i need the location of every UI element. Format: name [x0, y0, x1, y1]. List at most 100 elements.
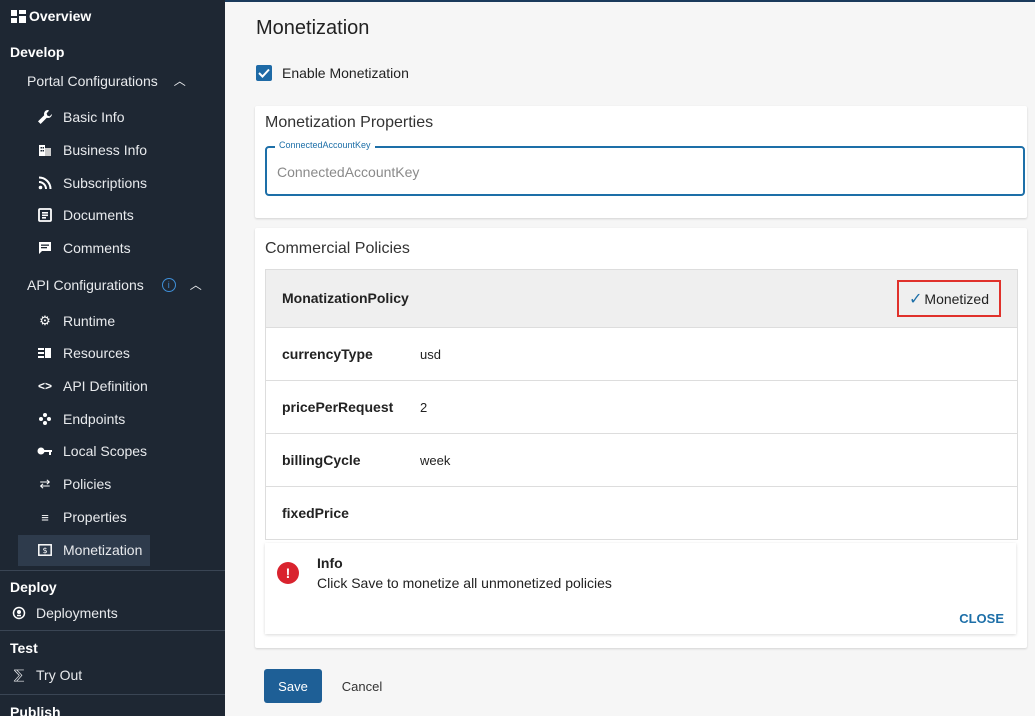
sidebar-item-endpoints[interactable]: Endpoints [36, 409, 125, 429]
chevron-up-icon: ︿ [189, 278, 202, 292]
deploy-icon [10, 604, 28, 622]
sidebar-item-label: Overview [29, 8, 92, 24]
sidebar-item-subscriptions[interactable]: Subscriptions [36, 173, 147, 193]
money-icon: $ [36, 541, 54, 559]
sidebar-item-deployments[interactable]: Deployments [10, 603, 118, 623]
row-key: pricePerRequest [282, 399, 394, 415]
document-icon [36, 206, 54, 224]
sidebar-item-label: Comments [63, 240, 131, 256]
chevron-up-icon: ︿ [173, 74, 186, 88]
table-row: billingCycle week [266, 434, 1017, 487]
alert-message: Click Save to monetize all unmonetized p… [317, 575, 612, 591]
sidebar-item-label: Monetization [63, 542, 143, 558]
sidebar-item-label: Properties [63, 509, 127, 525]
sidebar-item-local-scopes[interactable]: Local Scopes [36, 441, 147, 461]
card-title: Commercial Policies [265, 240, 410, 257]
table-row: currencyType usd [266, 328, 1017, 381]
sidebar-item-documents[interactable]: Documents [36, 205, 134, 225]
divider [0, 570, 225, 571]
section-develop: Develop [10, 44, 65, 60]
checkmark-icon [258, 68, 270, 78]
enable-monetization-label: Enable Monetization [282, 65, 409, 81]
connected-account-key-field[interactable]: ConnectedAccountKey ConnectedAccountKey [265, 140, 1025, 196]
row-key: fixedPrice [282, 505, 349, 521]
group-label: Portal Configurations [27, 72, 158, 89]
sidebar-item-business-info[interactable]: Business Info [36, 140, 147, 160]
key-icon [36, 442, 54, 460]
sidebar-item-label: Basic Info [63, 109, 125, 125]
save-button[interactable]: Save [264, 669, 322, 703]
sidebar-item-label: Documents [63, 207, 134, 223]
sidebar-item-label: Subscriptions [63, 175, 148, 191]
monetization-properties-card: Monetization Properties ConnectedAccount… [255, 106, 1027, 218]
sidebar-item-label: API Definition [63, 378, 148, 394]
close-button[interactable]: CLOSE [959, 611, 1004, 626]
sidebar-item-label: Endpoints [63, 411, 126, 427]
section-deploy: Deploy [10, 579, 57, 595]
page-title: Monetization [256, 17, 370, 39]
sidebar-item-label: Policies [63, 476, 112, 492]
sidebar-item-label: Resources [63, 345, 130, 361]
sidebar-item-label: Try Out [36, 667, 83, 683]
commercial-policies-card: Commercial Policies MonatizationPolicy ✓… [255, 228, 1027, 648]
section-test: Test [10, 640, 38, 656]
info-icon[interactable]: i [161, 277, 176, 292]
divider [0, 630, 225, 631]
sidebar-item-label: Deployments [36, 605, 118, 621]
overview-icon [10, 8, 27, 25]
check-icon: ✓ [909, 290, 923, 308]
sidebar-item-label: Runtime [63, 313, 116, 329]
sidebar-item-label: Business Info [63, 142, 148, 158]
group-label: API Configurations [27, 276, 144, 293]
list-icon: ≡ [41, 509, 49, 525]
sidebar-item-overview[interactable]: Overview [10, 6, 91, 26]
policy-table: MonatizationPolicy ✓ Monetized currencyT… [265, 269, 1018, 540]
sidebar-item-basic-info[interactable]: Basic Info [36, 107, 124, 127]
policy-name: MonatizationPolicy [282, 290, 409, 306]
sidebar-item-runtime[interactable]: ⚙ Runtime [36, 311, 115, 331]
row-value: usd [420, 347, 441, 362]
alert-icon: ! [277, 562, 299, 584]
connected-account-key-input[interactable]: ConnectedAccountKey [277, 164, 419, 180]
endpoints-icon [36, 410, 54, 428]
terminal-icon: ⅀ [13, 667, 25, 682]
row-value: week [420, 453, 451, 468]
enable-monetization-checkbox[interactable] [256, 65, 272, 81]
enable-monetization-row[interactable]: Enable Monetization [256, 65, 409, 81]
info-alert: ! Info Click Save to monetize all unmone… [265, 543, 1016, 634]
cancel-button[interactable]: Cancel [333, 669, 391, 703]
group-api-configurations[interactable]: API Configurations i ︿ [27, 276, 202, 293]
row-value: 2 [420, 400, 428, 415]
code-icon: <> [37, 379, 52, 393]
table-row: fixedPrice [266, 487, 1017, 539]
policy-header: MonatizationPolicy ✓ Monetized [266, 270, 1017, 328]
divider [0, 694, 225, 695]
section-publish: Publish [10, 704, 61, 716]
resources-icon [36, 344, 54, 362]
svg-text:$: $ [42, 546, 47, 555]
row-key: billingCycle [282, 452, 361, 468]
rss-icon [36, 174, 54, 192]
alert-title: Info [317, 555, 343, 571]
swap-icon: ⇄ [39, 476, 51, 491]
main-content: Monetization Enable Monetization Monetiz… [225, 0, 1035, 716]
gear-icon: ⚙ [39, 313, 51, 328]
field-legend: ConnectedAccountKey [275, 140, 375, 150]
sidebar-item-comments[interactable]: Comments [36, 238, 131, 258]
table-row: pricePerRequest 2 [266, 381, 1017, 434]
row-key: currencyType [282, 346, 373, 362]
business-icon [36, 141, 54, 159]
status-label: Monetized [924, 290, 989, 307]
sidebar-item-api-definition[interactable]: <> API Definition [36, 376, 148, 396]
sidebar-item-policies[interactable]: ⇄ Policies [36, 474, 112, 494]
monetized-status: ✓ Monetized [897, 280, 1001, 317]
sidebar-item-resources[interactable]: Resources [36, 343, 130, 363]
sidebar-item-properties[interactable]: ≡ Properties [36, 507, 127, 527]
group-portal-configurations[interactable]: Portal Configurations ︿ [27, 72, 186, 89]
wrench-icon [36, 108, 54, 126]
comment-icon [36, 239, 54, 257]
sidebar-item-try-out[interactable]: ⅀ Try Out [10, 665, 82, 685]
sidebar-item-label: Local Scopes [63, 443, 148, 459]
card-title: Monetization Properties [265, 114, 434, 131]
sidebar-item-monetization[interactable]: $ Monetization [36, 540, 142, 560]
